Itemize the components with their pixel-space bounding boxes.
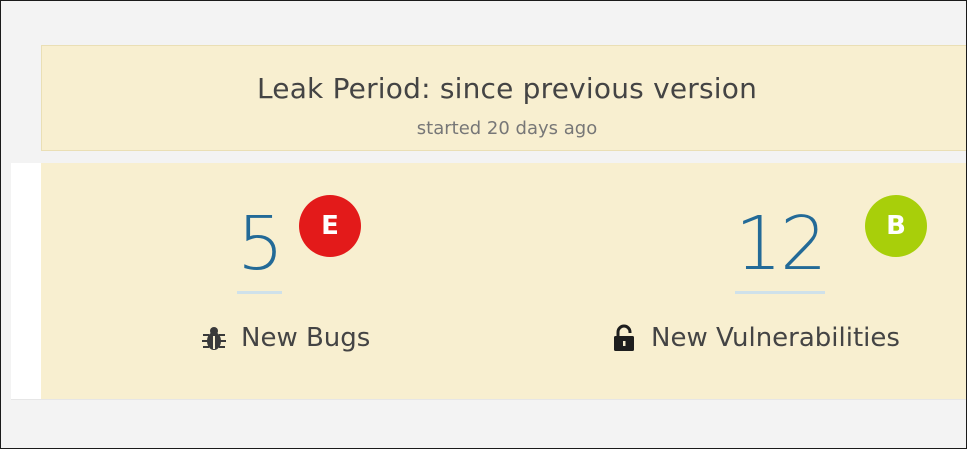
new-bugs-label: New Bugs — [241, 323, 371, 353]
new-bugs-count[interactable]: 5 — [237, 207, 284, 294]
bug-icon — [202, 327, 226, 350]
leak-metrics-panel: 5 E New Bugs 12 B New Vulnerabilities — [41, 163, 966, 399]
unlocked-padlock-icon — [614, 324, 634, 351]
left-gutter — [11, 163, 41, 399]
vulnerabilities-rating-badge[interactable]: B — [865, 195, 927, 257]
top-strip — [11, 7, 966, 31]
bugs-rating-badge[interactable]: E — [299, 195, 361, 257]
new-vulnerabilities-metric: 12 B New Vulnerabilities — [611, 163, 966, 399]
new-vulnerabilities-label: New Vulnerabilities — [651, 323, 900, 353]
new-vulnerabilities-label-row: New Vulnerabilities — [611, 323, 966, 353]
leak-period-subtitle: started 20 days ago — [416, 118, 598, 139]
new-vulnerabilities-count[interactable]: 12 — [735, 207, 827, 294]
leak-period-panel: Leak Period: since previous version star… — [41, 45, 966, 151]
screenshot-frame: Leak Period: since previous version star… — [0, 0, 967, 449]
new-bugs-metric: 5 E New Bugs — [201, 163, 441, 399]
new-bugs-label-row: New Bugs — [201, 323, 441, 353]
leak-period-title: Leak Period: since previous version — [256, 72, 758, 105]
bottom-area — [11, 399, 966, 448]
